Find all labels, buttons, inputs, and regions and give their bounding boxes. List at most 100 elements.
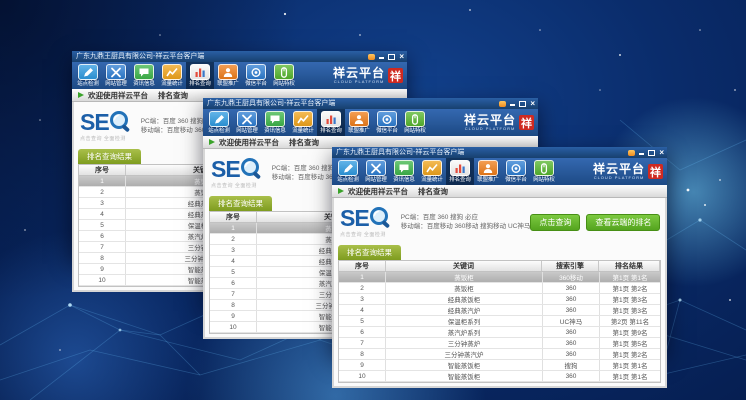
table-row[interactable]: 5保温柜系列UC神马第2页 第11名 [339,316,660,327]
cell-rank: 第1页 第9名 [600,327,660,337]
table-row[interactable]: 4经典蒸汽炉360第1页 第3名 [339,305,660,316]
flag-icon [209,139,215,145]
site-check-icon [338,160,358,176]
cell-no: 2 [210,234,257,244]
cell-engine: 360 [543,283,600,293]
tab-rank-results[interactable]: 排名查询结果 [338,245,401,260]
toolbar-item-ranking[interactable]: 排名查询 [186,62,214,89]
minimize-icon[interactable] [639,153,644,155]
message-icon [394,160,414,176]
toolbar-item-traffic-stats[interactable]: 流量统计 [158,62,186,89]
table-row[interactable]: 7三分钟蒸炉360第1页 第5名 [339,338,660,349]
tab-rank-results[interactable]: 排名查询结果 [78,149,141,164]
skin-icon[interactable] [628,150,635,156]
table-row[interactable]: 6蒸汽炉系列360第1页 第9名 [339,327,660,338]
brand-logo: 祥云平台 CLOUD PLATFORM 祥 [593,158,665,185]
seo-logo: SE 点击查询 全面检测 [340,206,393,238]
skin-icon[interactable] [499,101,506,107]
title-bar[interactable]: 广东九鼎王厨具有限公司-祥云平台客户端 × [203,98,538,109]
tab-rank-results[interactable]: 排名查询结果 [209,196,272,211]
cell-rank: 第1页 第1名 [600,371,660,381]
toolbar-item-at[interactable]: 微信平台 [242,62,270,89]
title-bar[interactable]: 广东九鼎王厨具有限公司-祥云平台客户端 × [72,51,407,62]
toolbar-item-site-check[interactable]: 站点检测 [74,62,102,89]
toolbar-item-site-check[interactable]: 站点检测 [205,109,233,136]
message-icon [265,111,285,127]
welcome-text: 欢迎使用祥云平台 [348,186,408,197]
cell-engine: 360 [543,349,600,359]
toolbar-item-label: 流量统计 [421,176,443,183]
toolbar-item-site-check[interactable]: 站点检测 [334,158,362,185]
toolbar-item-at[interactable]: 微信平台 [373,109,401,136]
cell-rank: 第1页 第1名 [600,360,660,370]
site-check-icon [209,111,229,127]
cell-engine: 搜狗 [543,360,600,370]
current-page-label: 排名查询 [418,186,448,197]
maximize-icon[interactable] [648,150,655,156]
table-row[interactable]: 8三分钟蒸汽炉360第1页 第2名 [339,349,660,360]
close-icon[interactable]: × [530,100,535,108]
close-icon[interactable]: × [399,53,404,61]
toolbar-item-ranking[interactable]: 排名查询 [446,158,474,185]
toolbar-item-site-manage[interactable]: 网站管理 [233,109,261,136]
main-toolbar: 站点检测网站管理资讯信息流量统计排名查询联盟推广微信平台网站特权 祥云平台 CL… [332,158,667,185]
cell-no: 9 [210,311,257,321]
close-icon[interactable]: × [659,149,664,157]
toolbar-item-message[interactable]: 资讯信息 [130,62,158,89]
toolbar-item-message[interactable]: 资讯信息 [261,109,289,136]
mouse-icon [534,160,554,176]
toolbar-item-mouse[interactable]: 网站特权 [530,158,558,185]
toolbar-item-label: 联盟推广 [348,127,370,134]
cell-rank: 第1页 第3名 [600,305,660,315]
toolbar-item-traffic-stats[interactable]: 流量统计 [289,109,317,136]
cell-no: 10 [210,322,257,332]
cell-rank: 第1页 第5名 [600,338,660,348]
main-toolbar: 站点检测网站管理资讯信息流量统计排名查询联盟推广微信平台网站特权 祥云平台 CL… [72,62,407,89]
toolbar-item-label: 资讯信息 [133,80,155,87]
toolbar-item-label: 资讯信息 [393,176,415,183]
toolbar-item-label: 微信平台 [505,176,527,183]
skin-icon[interactable] [368,54,375,60]
toolbar-item-promotion[interactable]: 联盟推广 [474,158,502,185]
cell-no: 5 [79,220,126,230]
toolbar-item-promotion[interactable]: 联盟推广 [345,109,373,136]
app-window: 广东九鼎王厨具有限公司-祥云平台客户端 × 站点检测网站管理资讯信息流量统计排名… [332,147,667,352]
maximize-icon[interactable] [519,101,526,107]
toolbar-item-mouse[interactable]: 网站特权 [270,62,298,89]
toolbar-item-mouse[interactable]: 网站特权 [401,109,429,136]
table-row[interactable]: 1蒸饭柜360移动第1页 第1名 [339,272,660,283]
table-row[interactable]: 3经典蒸饭柜360第1页 第3名 [339,294,660,305]
site-check-icon [78,64,98,80]
toolbar-item-at[interactable]: 微信平台 [502,158,530,185]
window-controls: × [499,100,535,108]
title-bar[interactable]: 广东九鼎王厨具有限公司-祥云平台客户端 × [332,147,667,158]
cell-engine: 360 [543,327,600,337]
table-row[interactable]: 10智能蒸饭柜360第1页 第1名 [339,371,660,382]
view-cloud-rank-button[interactable]: 查看云端的排名 [586,214,660,231]
cell-engine: 360 [543,294,600,304]
cell-no: 7 [79,242,126,252]
cell-rank: 第1页 第1名 [600,272,660,282]
toolbar-item-traffic-stats[interactable]: 流量统计 [418,158,446,185]
site-manage-icon [106,64,126,80]
brand-seal-icon: 祥 [648,164,663,179]
table-row[interactable]: 9智能蒸饭柜搜狗第1页 第1名 [339,360,660,371]
table-header: 序号 关键词 搜索引擎 排名结果 [339,261,660,272]
table-row[interactable]: 2蒸饭柜360第1页 第2名 [339,283,660,294]
cell-no: 8 [210,300,257,310]
query-button[interactable]: 点击查询 [530,214,580,231]
toolbar-item-label: 网站特权 [533,176,555,183]
toolbar-item-ranking[interactable]: 排名查询 [317,109,345,136]
maximize-icon[interactable] [388,54,395,60]
minimize-icon[interactable] [510,104,515,106]
minimize-icon[interactable] [379,57,384,59]
window-title: 广东九鼎王厨具有限公司-祥云平台客户端 [76,51,368,62]
toolbar-item-promotion[interactable]: 联盟推广 [214,62,242,89]
toolbar-item-message[interactable]: 资讯信息 [390,158,418,185]
window-title: 广东九鼎王厨具有限公司-祥云平台客户端 [336,147,628,158]
toolbar-item-site-manage[interactable]: 网站管理 [102,62,130,89]
brand-subtitle: CLOUD PLATFORM [594,176,645,180]
col-header-no: 序号 [210,212,257,222]
seo-slogan: 点击查询 全面检测 [211,182,264,189]
toolbar-item-site-manage[interactable]: 网站管理 [362,158,390,185]
